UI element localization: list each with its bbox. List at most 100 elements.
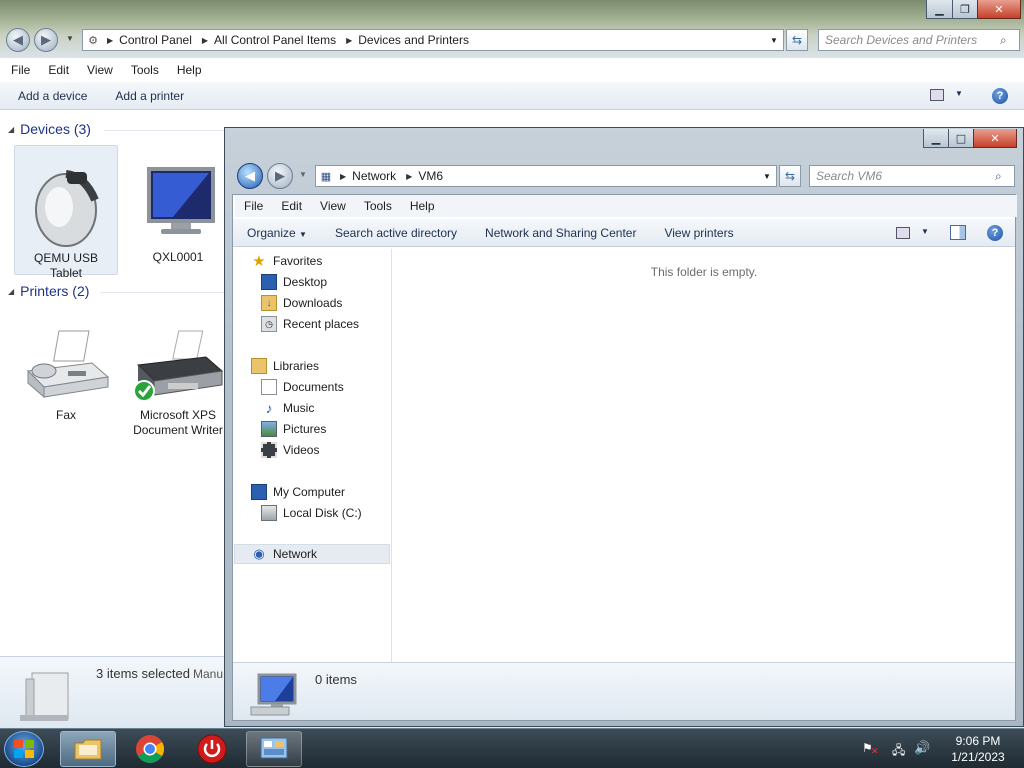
add-device-button[interactable]: Add a device bbox=[0, 89, 101, 103]
nav-favorites[interactable]: ★ Favorites bbox=[251, 251, 322, 271]
menu-help[interactable]: Help bbox=[401, 199, 444, 213]
search-input[interactable]: Search VM6 ⌕ bbox=[809, 165, 1015, 187]
nav-label: Documents bbox=[283, 380, 344, 394]
menu-tools[interactable]: Tools bbox=[122, 63, 168, 77]
nav-local-disk[interactable]: Local Disk (C:) bbox=[261, 503, 362, 523]
pictures-icon bbox=[261, 421, 277, 437]
address-bar[interactable]: ⚙ ▶ Control Panel ▶ All Control Panel It… bbox=[82, 29, 784, 51]
menu-tools[interactable]: Tools bbox=[355, 199, 401, 213]
nav-downloads[interactable]: ↓ Downloads bbox=[261, 293, 342, 313]
taskbar-power-app[interactable] bbox=[184, 731, 240, 767]
start-button[interactable] bbox=[4, 731, 44, 767]
nav-label: Local Disk (C:) bbox=[283, 506, 362, 520]
close-button[interactable]: ✕ bbox=[973, 129, 1017, 148]
monitor-icon bbox=[147, 167, 215, 234]
breadcrumb-all-items[interactable]: All Control Panel Items bbox=[214, 33, 342, 47]
preview-pane-icon[interactable] bbox=[950, 225, 966, 240]
printers-group-header[interactable]: ◢ Printers (2) bbox=[8, 283, 89, 299]
file-list-area[interactable]: This folder is empty. bbox=[393, 249, 1015, 662]
nav-videos[interactable]: Videos bbox=[261, 440, 319, 460]
title-bar: ▁ ❐ ✕ ◀ ▶ ▼ ⚙ ▶ Control Panel ▶ All Cont… bbox=[0, 0, 1024, 58]
action-center-flag-icon[interactable]: ⚑ ✕ bbox=[862, 741, 879, 757]
printer-label-line1: Microsoft XPS bbox=[139, 408, 217, 422]
change-view-icon[interactable] bbox=[896, 227, 910, 239]
refresh-button[interactable]: ⇆ bbox=[786, 29, 808, 51]
breadcrumb-control-panel[interactable]: Control Panel bbox=[119, 33, 198, 47]
menu-help[interactable]: Help bbox=[168, 63, 211, 77]
search-active-directory-button[interactable]: Search active directory bbox=[321, 226, 471, 240]
close-button[interactable]: ✕ bbox=[977, 0, 1021, 19]
recent-pages-dropdown[interactable]: ▼ bbox=[299, 170, 307, 179]
view-dropdown-icon[interactable]: ▼ bbox=[955, 89, 963, 98]
control-panel-icon: ⚙ bbox=[88, 34, 98, 47]
nav-label: Network bbox=[273, 547, 318, 561]
menu-file[interactable]: File bbox=[235, 199, 272, 213]
back-button[interactable]: ◀ bbox=[6, 28, 30, 52]
recent-pages-dropdown[interactable]: ▼ bbox=[66, 34, 74, 43]
printer-fax[interactable]: Fax bbox=[14, 325, 118, 435]
nav-label: Pictures bbox=[283, 422, 327, 436]
minimize-button[interactable]: ▁ bbox=[923, 129, 949, 148]
nav-recent-places[interactable]: ◷ Recent places bbox=[261, 314, 359, 334]
search-input[interactable]: Search Devices and Printers ⌕ bbox=[818, 29, 1020, 51]
device-qemu-tablet[interactable]: QEMU USB Tablet bbox=[14, 145, 118, 280]
forward-button[interactable]: ▶ bbox=[34, 28, 58, 52]
taskbar-chrome[interactable] bbox=[122, 731, 178, 767]
printer-xps-writer[interactable]: Microsoft XPS Document Writer bbox=[126, 325, 230, 437]
add-printer-button[interactable]: Add a printer bbox=[101, 89, 198, 103]
menu-view[interactable]: View bbox=[311, 199, 355, 213]
taskbar-explorer[interactable] bbox=[60, 731, 116, 767]
menu-edit[interactable]: Edit bbox=[272, 199, 311, 213]
nav-pictures[interactable]: Pictures bbox=[261, 419, 326, 439]
nav-label: Recent places bbox=[283, 317, 360, 331]
view-dropdown-icon[interactable]: ▼ bbox=[921, 227, 929, 236]
address-bar[interactable]: ▦ ▶ Network ▶ VM6 ▼ bbox=[315, 165, 777, 187]
command-bar: Organize ▼ Search active directory Netwo… bbox=[233, 219, 1015, 247]
view-printers-button[interactable]: View printers bbox=[650, 226, 747, 240]
minimize-button[interactable]: ▁ bbox=[926, 0, 953, 19]
help-icon[interactable]: ? bbox=[987, 225, 1003, 241]
nav-label: Downloads bbox=[283, 296, 343, 310]
printer-label: Fax bbox=[55, 408, 76, 422]
back-button[interactable]: ◀ bbox=[237, 163, 263, 189]
music-note-icon: ♪ bbox=[265, 400, 273, 416]
breadcrumb-devices-printers[interactable]: Devices and Printers bbox=[358, 33, 475, 47]
refresh-button[interactable]: ⇆ bbox=[779, 165, 801, 187]
menu-view[interactable]: View bbox=[78, 63, 122, 77]
menu-bar: File Edit View Tools Help bbox=[2, 59, 211, 81]
breadcrumb-network[interactable]: Network bbox=[352, 169, 402, 183]
libraries-icon bbox=[251, 358, 267, 374]
address-dropdown-icon[interactable]: ▼ bbox=[758, 166, 776, 186]
devices-group-header[interactable]: ◢ Devices (3) bbox=[8, 121, 91, 137]
taskbar: ⚑ ✕ 🖧 🔊 9:06 PM 1/21/2023 bbox=[0, 728, 1024, 768]
nav-libraries[interactable]: Libraries bbox=[251, 356, 319, 376]
volume-icon[interactable]: 🔊 bbox=[914, 741, 930, 757]
devices-group-title: Devices (3) bbox=[20, 121, 91, 137]
device-qxl0001[interactable]: QXL0001 bbox=[126, 145, 230, 275]
network-sharing-center-button[interactable]: Network and Sharing Center bbox=[471, 226, 650, 240]
view-options-icon[interactable] bbox=[930, 89, 944, 101]
address-dropdown-icon[interactable]: ▼ bbox=[765, 30, 783, 50]
organize-button[interactable]: Organize ▼ bbox=[233, 226, 321, 240]
nav-documents[interactable]: Documents bbox=[261, 377, 344, 397]
network-tray-icon[interactable]: 🖧 bbox=[892, 741, 908, 757]
menu-file[interactable]: File bbox=[2, 63, 39, 77]
nav-my-computer[interactable]: My Computer bbox=[251, 482, 345, 502]
clock[interactable]: 9:06 PM 1/21/2023 bbox=[940, 733, 1016, 765]
documents-icon bbox=[261, 379, 277, 395]
maximize-button[interactable]: □ bbox=[948, 129, 974, 148]
forward-button[interactable]: ▶ bbox=[267, 163, 293, 189]
breadcrumb-vm6[interactable]: VM6 bbox=[418, 169, 449, 183]
search-icon[interactable]: ⌕ bbox=[1000, 33, 1014, 47]
nav-network[interactable]: ◉ Network bbox=[234, 544, 390, 564]
help-icon[interactable]: ? bbox=[992, 88, 1008, 104]
printer-label-line2: Document Writer bbox=[133, 423, 223, 437]
taskbar-control-panel[interactable] bbox=[246, 731, 302, 767]
nav-desktop[interactable]: Desktop bbox=[261, 272, 327, 292]
search-icon[interactable]: ⌕ bbox=[995, 169, 1009, 183]
status-extra: Manu bbox=[193, 667, 224, 681]
menu-edit[interactable]: Edit bbox=[39, 63, 78, 77]
nav-music[interactable]: ♪ Music bbox=[261, 398, 315, 418]
restore-button[interactable]: ❐ bbox=[952, 0, 978, 19]
device-label-line1: QEMU USB bbox=[33, 251, 98, 265]
